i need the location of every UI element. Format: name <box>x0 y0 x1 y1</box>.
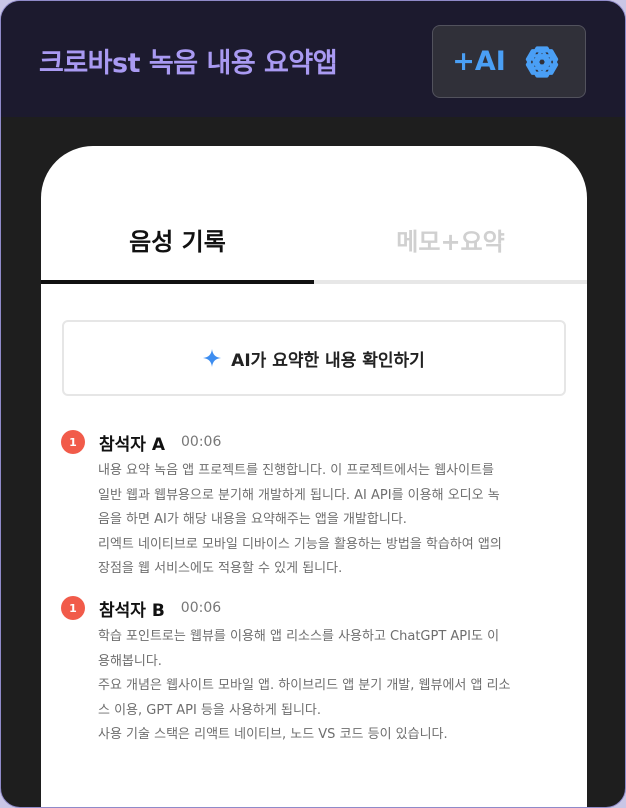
openai-logo-icon <box>525 45 559 78</box>
speaker-name: 참석자 B <box>99 600 165 621</box>
entry-text-line: 음을 하면 AI가 해당 내용을 요약해주는 앱을 개발합니다. <box>98 512 407 527</box>
ai-summary-label: AI가 요약한 내용 확인하기 <box>231 350 425 371</box>
entry-text-line: 사용 기술 스택은 리액트 네이티브, 노드 VS 코드 등이 있습니다. <box>98 727 448 742</box>
entry-timestamp: 00:06 <box>181 434 222 450</box>
entry-text: 학습 포인트로는 웹뷰를 이용해 앱 리소스를 사용하고 ChatGPT API… <box>98 625 568 748</box>
header-bar: 크로바st 녹음 내용 요약앱 +AI <box>1 1 625 117</box>
tab-voice-record[interactable]: 음성 기록 <box>41 216 314 284</box>
entry-text-line: 용해봅니다. <box>98 653 162 669</box>
entry-number-badge: 1 <box>61 430 85 454</box>
entry-text: 내용 요약 녹음 앱 프로젝트를 진행합니다. 이 프로젝트에서는 웹사이트를 … <box>98 459 568 582</box>
transcript-entry: 1 참석자 A 00:06 내용 요약 녹음 앱 프로젝트를 진행합니다. 이 … <box>61 429 571 582</box>
transcript-entry: 1 참석자 B 00:06 학습 포인트로는 웹뷰를 이용해 앱 리소스를 사용… <box>61 595 571 748</box>
tab-bar: 음성 기록 메모+요약 <box>41 216 587 284</box>
ai-badge-label: +AI <box>452 46 506 77</box>
entry-text-line: 주요 개념은 웹사이트 모바일 앱. 하이브리드 앱 분기 개발, 웹뷰에서 앱… <box>98 678 511 693</box>
entry-text-line: 일반 웹과 웹뷰용으로 분기해 개발하게 됩니다. AI API를 이용해 오디… <box>98 487 500 503</box>
ai-summary-button[interactable]: AI가 요약한 내용 확인하기 <box>62 320 566 396</box>
entry-text-line: 리엑트 네이티브로 모바일 디바이스 기능을 활용하는 방법을 학습하여 앱의 <box>98 536 502 552</box>
app-frame: 크로바st 녹음 내용 요약앱 +AI 음성 기록 메모+요약 AI가 요약한 … <box>0 0 626 808</box>
phone-screen: 음성 기록 메모+요약 AI가 요약한 내용 확인하기 1 참석자 A 00:0… <box>41 146 587 807</box>
entry-timestamp: 00:06 <box>180 600 222 616</box>
speaker-name: 참석자 A <box>99 434 165 455</box>
entry-text-line: 내용 요약 녹음 앱 프로젝트를 진행합니다. 이 프로젝트에서는 웹사이트를 <box>98 463 494 478</box>
app-title: 크로바st 녹음 내용 요약앱 <box>39 48 338 79</box>
tab-memo-summary[interactable]: 메모+요약 <box>314 216 587 284</box>
sparkle-icon <box>203 349 222 367</box>
entry-text-line: 학습 포인트로는 웹뷰를 이용해 앱 리소스를 사용하고 ChatGPT API… <box>98 629 500 644</box>
entry-number-badge: 1 <box>61 596 85 620</box>
entry-text-line: 장점을 웹 서비스에도 적용할 수 있게 됩니다. <box>98 561 343 576</box>
ai-badge: +AI <box>432 25 586 98</box>
entry-text-line: 스 이용, GPT API 등을 사용하게 됩니다. <box>98 702 321 718</box>
